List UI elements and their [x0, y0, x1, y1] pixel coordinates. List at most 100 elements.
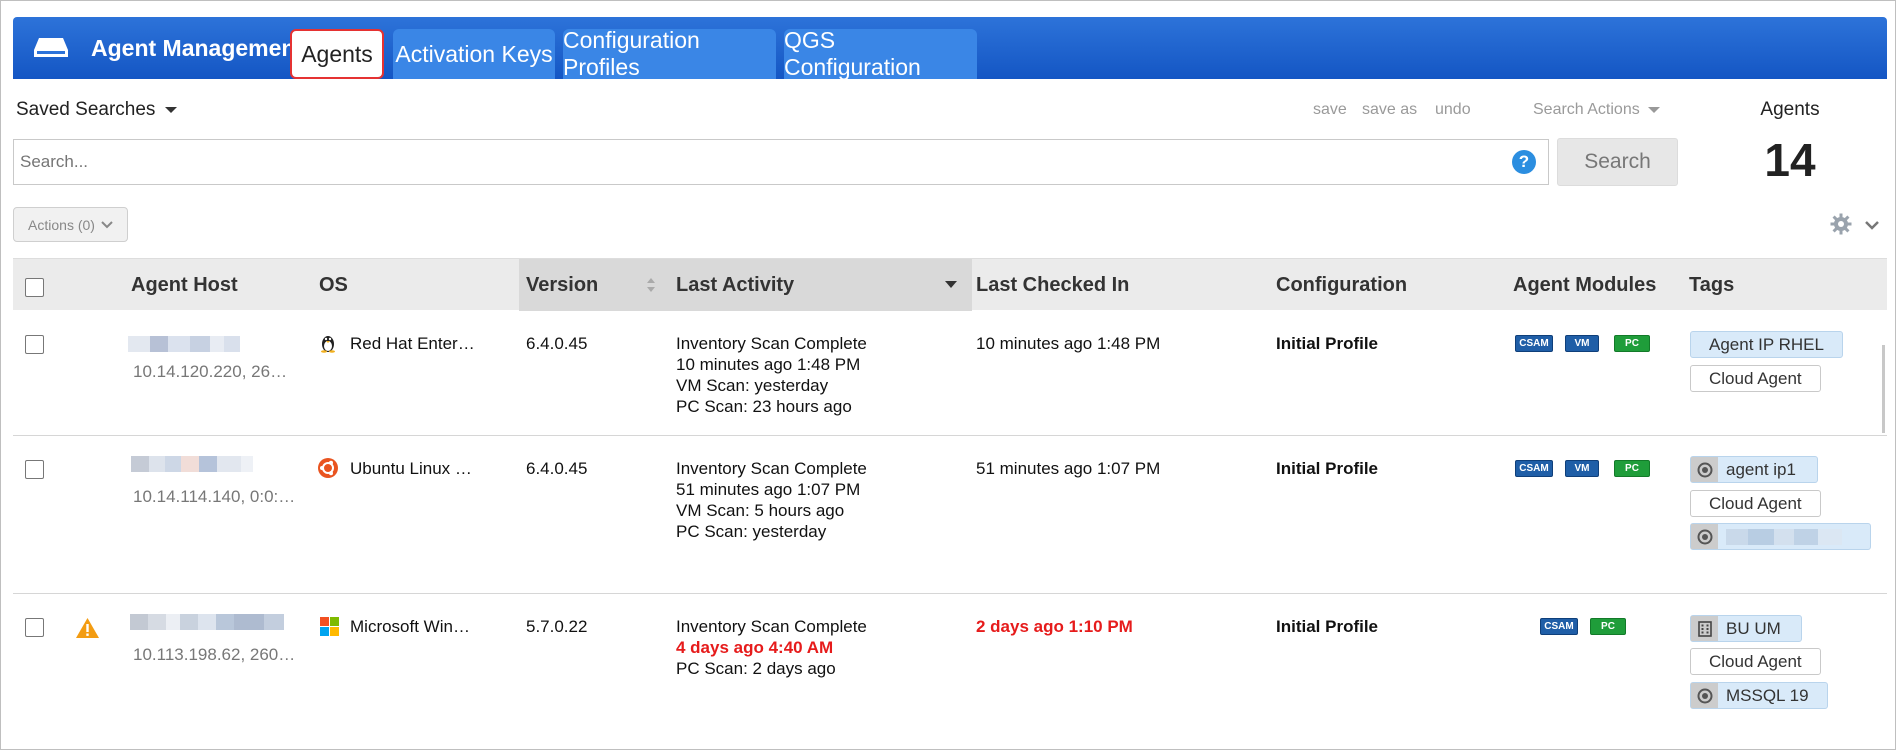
column-version[interactable]: Version: [526, 259, 598, 311]
agent-version: 6.4.0.45: [526, 459, 588, 478]
tab-activation-keys[interactable]: Activation Keys: [393, 29, 555, 79]
host-ip: 10.14.120.220, 26…: [133, 362, 288, 381]
ubuntu-icon: [318, 458, 338, 478]
select-all-checkbox[interactable]: [25, 278, 44, 297]
module-badge-vm: VM: [1565, 460, 1599, 477]
sort-icon[interactable]: [646, 276, 656, 294]
column-tags[interactable]: Tags: [1689, 259, 1734, 311]
saved-searches-label: Saved Searches: [16, 99, 156, 120]
column-last-checked-in[interactable]: Last Checked In: [976, 259, 1129, 311]
gear-icon[interactable]: [1830, 213, 1852, 235]
host-ip: 10.113.198.62, 260…: [133, 645, 296, 664]
agent-version: 5.7.0.22: [526, 617, 588, 636]
host-ip: 10.14.114.140, 0:0:…: [133, 487, 296, 506]
column-last-activity[interactable]: Last Activity: [676, 259, 794, 311]
tag-label: Cloud Agent: [1709, 651, 1802, 671]
row-divider: [13, 593, 1887, 594]
row-checkbox[interactable]: [25, 460, 44, 479]
tag-chip[interactable]: Agent IP RHEL: [1690, 331, 1843, 358]
column-agent-host[interactable]: Agent Host: [131, 259, 238, 311]
activity-line: Inventory Scan Complete: [676, 459, 867, 478]
linux-tux-icon: [321, 336, 335, 353]
tag-label: MSSQL 19: [1726, 685, 1809, 705]
last-checked-in: 51 minutes ago 1:07 PM: [976, 459, 1161, 478]
tag-chip-redacted[interactable]: [1690, 523, 1871, 550]
search-button[interactable]: Search: [1557, 138, 1678, 186]
tag-circle-icon: [1691, 683, 1718, 708]
column-configuration[interactable]: Configuration: [1276, 259, 1407, 311]
search-box: [13, 139, 1549, 185]
last-checked-in: 10 minutes ago 1:48 PM: [976, 334, 1161, 353]
module-badge-csam: CSAM: [1515, 335, 1553, 352]
tag-label-redacted: [1726, 528, 1842, 545]
save-as-link[interactable]: save as: [1362, 101, 1417, 119]
tag-label: Cloud Agent: [1709, 368, 1802, 388]
search-actions-dropdown[interactable]: Search Actions: [1533, 101, 1660, 119]
chevron-down-icon: [165, 107, 178, 113]
agents-count: 14: [1764, 134, 1816, 186]
saved-searches-dropdown[interactable]: Saved Searches: [16, 99, 178, 121]
host-name-redacted: [131, 456, 253, 472]
sort-descending-icon[interactable]: [945, 281, 957, 289]
configuration-profile[interactable]: Initial Profile: [1276, 333, 1378, 354]
device-icon: [34, 38, 68, 57]
activity-line: 51 minutes ago 1:07 PM: [676, 480, 861, 499]
last-activity: Inventory Scan Complete 51 minutes ago 1…: [676, 458, 867, 542]
activity-line: Inventory Scan Complete: [676, 334, 867, 353]
tab-agents[interactable]: Agents: [290, 29, 384, 79]
module-badge-vm: VM: [1565, 335, 1599, 352]
row-divider: [13, 435, 1887, 436]
building-icon: [1691, 616, 1718, 641]
actions-label: Actions (0): [28, 216, 95, 233]
configuration-profile[interactable]: Initial Profile: [1276, 616, 1378, 637]
app-header: Agent Management Agents Activation Keys …: [13, 17, 1887, 80]
search-actions-label: Search Actions: [1533, 101, 1640, 118]
help-icon[interactable]: ?: [1512, 150, 1536, 174]
chevron-down-icon[interactable]: [1864, 219, 1880, 231]
activity-line-stale: 4 days ago 4:40 AM: [676, 638, 834, 657]
last-checked-in: 2 days ago 1:10 PM: [976, 617, 1133, 636]
last-activity: Inventory Scan Complete 4 days ago 4:40 …: [676, 616, 867, 679]
tag-chip[interactable]: Cloud Agent: [1690, 365, 1821, 392]
activity-line: VM Scan: yesterday: [676, 376, 829, 395]
agent-version: 6.4.0.45: [526, 334, 588, 353]
tag-label: agent ip1: [1726, 459, 1796, 479]
column-os[interactable]: OS: [319, 259, 348, 311]
tag-chip[interactable]: agent ip1: [1690, 456, 1818, 483]
row-checkbox[interactable]: [25, 335, 44, 354]
app-title: Agent Management: [91, 35, 304, 61]
tag-label: Cloud Agent: [1709, 493, 1802, 513]
undo-link[interactable]: undo: [1435, 101, 1471, 119]
host-name-redacted: [128, 336, 240, 352]
host-name-redacted: [130, 614, 284, 630]
configuration-profile[interactable]: Initial Profile: [1276, 458, 1378, 479]
tag-label: Agent IP RHEL: [1709, 334, 1824, 354]
tab-configuration-profiles[interactable]: Configuration Profiles: [563, 27, 776, 80]
warning-icon: [76, 618, 99, 638]
search-input[interactable]: [14, 140, 1494, 184]
tag-chip[interactable]: BU UM: [1690, 615, 1802, 642]
tag-chip[interactable]: MSSQL 19: [1690, 682, 1828, 709]
scrollbar[interactable]: [1882, 345, 1885, 433]
activity-line: PC Scan: 23 hours ago: [676, 397, 852, 416]
module-badge-csam: CSAM: [1515, 460, 1553, 477]
activity-line: Inventory Scan Complete: [676, 617, 867, 636]
last-activity: Inventory Scan Complete 10 minutes ago 1…: [676, 333, 867, 417]
tab-qgs-configuration[interactable]: QGS Configuration: [784, 27, 977, 80]
chevron-down-icon: [101, 220, 113, 228]
tag-chip[interactable]: Cloud Agent: [1690, 648, 1821, 675]
tag-circle-icon: [1691, 457, 1718, 482]
activity-line: 10 minutes ago 1:48 PM: [676, 355, 861, 374]
os-name: Microsoft Win…: [350, 617, 470, 636]
module-badge-pc: PC: [1614, 460, 1650, 477]
column-agent-modules[interactable]: Agent Modules: [1513, 259, 1656, 311]
activity-line: VM Scan: 5 hours ago: [676, 501, 845, 520]
agents-count-label: Agents: [1760, 99, 1820, 120]
tag-label: BU UM: [1726, 618, 1781, 638]
tag-chip[interactable]: Cloud Agent: [1690, 490, 1821, 517]
save-link[interactable]: save: [1313, 101, 1347, 119]
windows-icon: [320, 617, 339, 636]
row-checkbox[interactable]: [25, 618, 44, 637]
chevron-down-icon: [1647, 107, 1660, 113]
actions-button[interactable]: Actions (0): [13, 207, 128, 242]
